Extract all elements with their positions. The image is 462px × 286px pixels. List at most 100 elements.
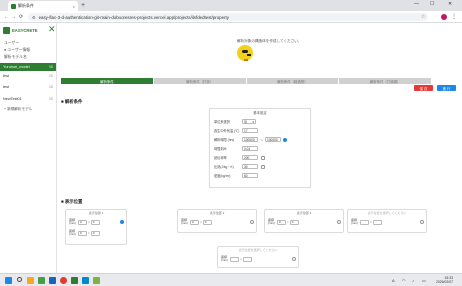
app-icon[interactable] [38,277,45,284]
form-row-density: 密度(kg/m³) 60 [214,173,258,178]
sidebar-user-heading: ユーザー [4,41,20,45]
tab-step-2[interactable]: 解析条件（打設） [153,78,246,84]
file-explorer-icon[interactable] [27,277,34,284]
new-tab-icon[interactable]: + [81,2,85,9]
conductivity-input[interactable]: 200 [242,155,258,160]
position-card: 表示位置 1 座標 (mm) 0 × 0 座標 (mm) 0 × 0 [65,209,127,245]
sidebar-item-model[interactable]: test 3D [0,83,56,91]
sidebar-item-model[interactable]: NewTest01 3D [0,95,56,103]
site-info-icon[interactable]: ⚙ [32,15,36,20]
basic-settings-card: 基本設定 単位系選択 SI ▾ 養生中外気温 (℃) 17 解析時間 (hrs) … [209,108,311,188]
position-card: 表示位置を選択してください 座標 (mm) × [347,209,427,233]
tab-step-3[interactable]: 解析条件（構造物） [246,78,339,84]
sidebar-item-badge: 3D [48,65,53,69]
form-row-conductivity: 熱伝導率 200 [214,155,265,160]
chrome-icon[interactable] [60,277,67,284]
sidebar-item-label: test [3,74,10,78]
app-icon[interactable] [71,277,78,284]
browser-menu-icon[interactable]: ⋮ [451,13,457,20]
conductivity-checkbox[interactable] [261,155,265,160]
tab-close-icon[interactable]: × [73,4,75,9]
position-x2-input[interactable] [242,256,252,262]
window-close-icon[interactable]: ✕ [448,1,452,7]
browser-icon[interactable] [49,277,56,284]
position-x2-input[interactable] [372,219,382,225]
forward-icon[interactable]: → [11,14,16,20]
model-hint-text: 解析対象の構造体を作成してください。 [237,39,302,43]
position-x-input[interactable] [360,219,369,225]
bookmark-star-icon[interactable]: ☆ [421,14,425,20]
browser-tabbar: 解析条件 × + — ☐ ✕ [0,0,462,11]
position-radio[interactable] [250,220,254,224]
back-icon[interactable]: ← [4,14,9,20]
position-x2-input[interactable]: 0 [90,219,100,225]
save-button[interactable]: 保 存 [414,85,433,91]
maximize-icon[interactable]: ☐ [430,1,434,7]
density-input[interactable]: 60 [242,173,258,178]
time-start-input[interactable]: 100000 [242,137,258,142]
position-y2-input[interactable]: 0 [90,230,100,236]
browser-tab[interactable]: 解析条件 × [8,1,78,11]
address-bar: ← → ⟳ ⚙ easy-flac-3-d-authentication-git… [0,11,462,23]
position-radio[interactable] [120,220,124,224]
timestep-input[interactable]: 0.01 [242,146,258,151]
sidebar-model-heading: 解析モデル名 [4,55,27,59]
start-icon[interactable] [5,277,12,284]
form-row-specific-heat: 比熱(J/kg・K) 30 [214,164,265,169]
profile-avatar[interactable] [441,14,447,20]
form-row-time: 解析時間 (hrs) 100000 〜 100000 [214,137,288,142]
position-card: 表示位置 2 座標 (mm) 0 × 0 [177,209,257,233]
specific-heat-checkbox[interactable] [261,164,265,169]
sidebar-user-info-link[interactable]: ● ユーザー情報 [4,48,30,53]
tray-language[interactable]: A [392,278,395,283]
minimize-icon[interactable]: — [414,1,419,7]
section-heading-positions: ■ 表示位置 [61,199,83,204]
sidebar: EASYCRETE ✕ ユーザー ● ユーザー情報 解析モデル名 Yuruhur… [0,23,57,273]
sidebar-item-label: Yuruhuri_model [3,65,30,69]
url-field[interactable]: ⚙ easy-flac-3-d-authentication-git-main-… [28,13,428,21]
tab-step-1[interactable]: 解析条件 [61,78,153,84]
specific-heat-input[interactable]: 30 [242,164,258,169]
position-x-input[interactable] [230,256,239,262]
main-content: 解析対象の構造体を作成してください。 解析条件 解析条件（打設） 解析条件（構造… [57,23,462,273]
position-x-input[interactable]: 0 [277,219,286,225]
position-card: 表示位置 3 座標 (mm) 0 × 0 [264,209,344,233]
sidebar-close-icon[interactable]: ✕ [48,25,56,34]
form-row-temperature: 養生中外気温 (℃) 17 [214,128,258,133]
position-x-input[interactable]: 0 [78,219,87,225]
taskbar-clock[interactable]: 15:33 2025/02/07 [436,276,453,285]
search-icon[interactable] [17,277,22,282]
position-radio[interactable] [420,220,424,224]
app-icon[interactable] [82,277,89,284]
sidebar-item-label: NewTest01 [3,97,22,101]
reload-icon[interactable]: ⟳ [19,14,23,20]
sidebar-item-badge: 3D [48,74,53,78]
time-end-input[interactable]: 100000 [265,137,282,142]
position-x2-input[interactable]: 0 [289,219,299,225]
tab-step-4[interactable]: 解析条件（打設順） [339,78,431,84]
app-icon[interactable] [93,277,100,284]
position-y-input[interactable]: 0 [78,230,87,236]
position-card: 表示位置を選択してください 座標 (mm) × [217,246,299,268]
temperature-input[interactable]: 17 [242,128,258,133]
unit-select[interactable]: SI ▾ [242,119,256,124]
position-radio[interactable] [337,220,341,224]
position-x-input[interactable]: 0 [190,219,199,225]
info-icon[interactable] [283,137,288,142]
sidebar-new-model-link[interactable]: + 新規解析モデル [4,107,32,112]
chevron-down-icon: ▾ [252,119,254,124]
volume-icon[interactable]: ♪ [412,278,414,283]
logo-mark-icon [3,27,10,34]
position-x2-input[interactable]: 0 [202,219,212,225]
sidebar-item-model[interactable]: test 3D [0,72,56,80]
wifi-icon[interactable]: ◠ [402,278,406,283]
run-button[interactable]: 実 行 [437,85,456,91]
sidebar-item-model[interactable]: Yuruhuri_model 3D [0,63,56,71]
battery-icon[interactable]: ▭ [422,278,426,283]
taskbar: A ◠ ♪ ▭ 15:33 2025/02/07 [0,273,462,286]
position-radio[interactable] [292,257,296,261]
card-title: 基本設定 [253,111,267,115]
sidebar-item-badge: 3D [48,85,53,89]
app-logo[interactable]: EASYCRETE [3,27,38,34]
section-heading-conditions: ■ 解析条件 [61,99,83,104]
